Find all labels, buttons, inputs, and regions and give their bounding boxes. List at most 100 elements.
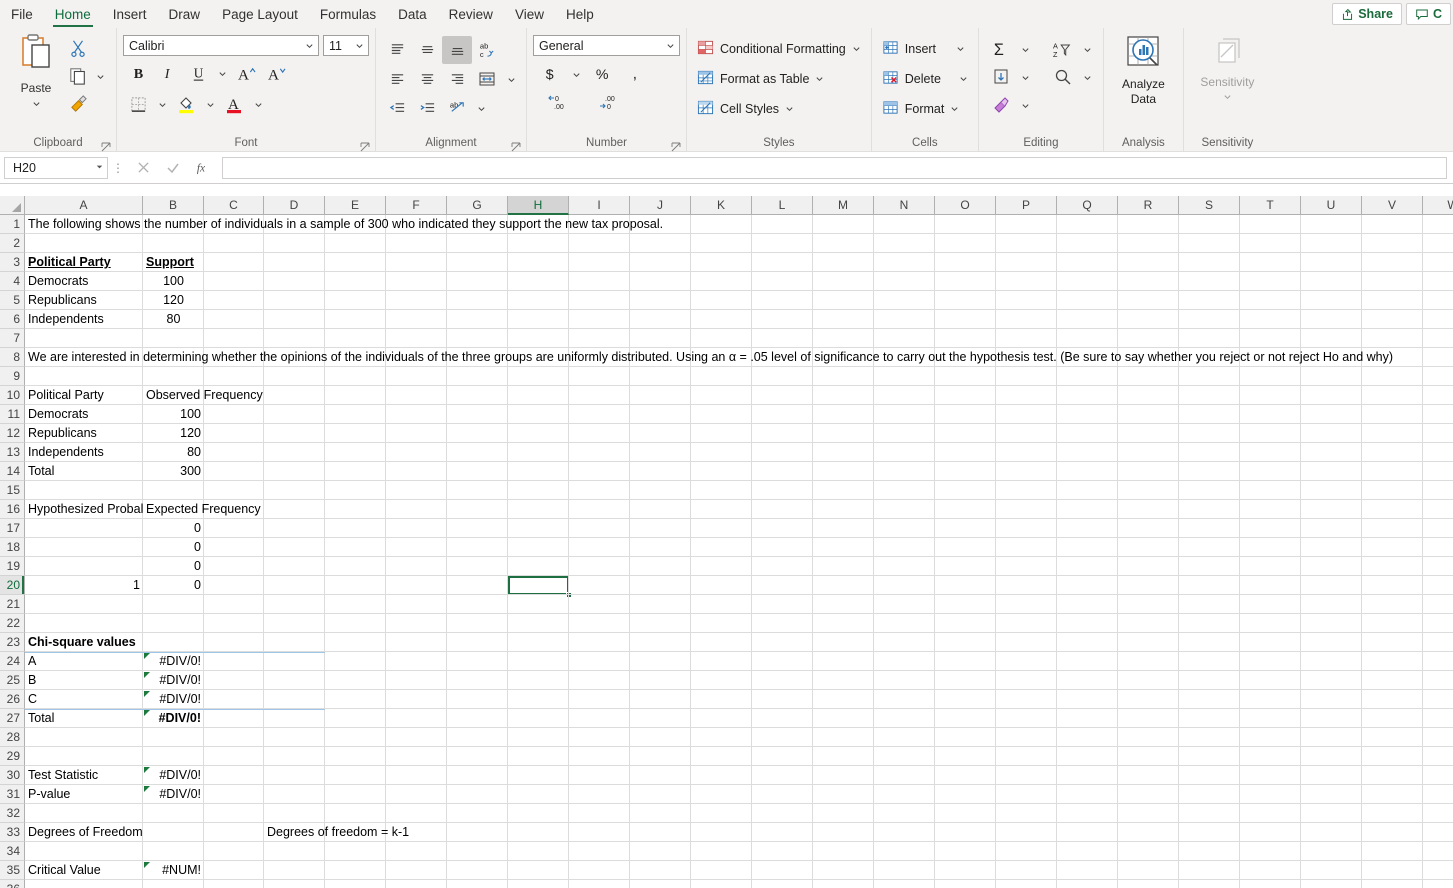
cell-V22[interactable] — [1362, 614, 1423, 632]
cell-A20[interactable] — [25, 576, 143, 594]
cell-F15[interactable] — [386, 481, 447, 499]
column-header-c[interactable]: C — [204, 196, 264, 215]
cell-G10[interactable] — [447, 386, 508, 404]
cell-D1[interactable] — [264, 215, 325, 233]
cell-H4[interactable] — [508, 272, 569, 290]
cell-R15[interactable] — [1118, 481, 1179, 499]
cell-F2[interactable] — [386, 234, 447, 252]
fill-color-chevron-down-icon[interactable] — [201, 91, 219, 118]
cell-S1[interactable] — [1179, 215, 1240, 233]
cell-K26[interactable] — [691, 690, 752, 708]
decrease-decimal-button[interactable]: .00 0 — [583, 88, 633, 116]
cell-B4[interactable] — [143, 272, 204, 290]
cell-B6[interactable] — [143, 310, 204, 328]
borders-chevron-down-icon[interactable] — [153, 91, 171, 118]
cell-Q30[interactable] — [1057, 766, 1118, 784]
column-header-l[interactable]: L — [752, 196, 813, 215]
cell-R2[interactable] — [1118, 234, 1179, 252]
font-color-chevron-down-icon[interactable] — [249, 91, 267, 118]
cell-K36[interactable] — [691, 880, 752, 888]
cell-L30[interactable] — [752, 766, 813, 784]
cell-N19[interactable] — [874, 557, 935, 575]
font-size-select[interactable]: 11 — [323, 35, 369, 56]
cell-C12[interactable] — [204, 424, 264, 442]
cell-D20[interactable] — [264, 576, 325, 594]
cell-K21[interactable] — [691, 595, 752, 613]
format-as-table-button[interactable]: Format as Table — [693, 64, 828, 94]
cell-A25[interactable] — [25, 671, 143, 689]
cell-E33[interactable] — [325, 823, 386, 841]
cell-W26[interactable] — [1423, 690, 1453, 708]
cell-D34[interactable] — [264, 842, 325, 860]
cell-W6[interactable] — [1423, 310, 1453, 328]
cell-I23[interactable] — [569, 633, 630, 651]
cell-O17[interactable] — [935, 519, 996, 537]
cell-A28[interactable] — [25, 728, 143, 746]
cell-F7[interactable] — [386, 329, 447, 347]
cell-L17[interactable] — [752, 519, 813, 537]
cell-O12[interactable] — [935, 424, 996, 442]
cell-J18[interactable] — [630, 538, 691, 556]
cell-F16[interactable] — [386, 500, 447, 518]
sensitivity-button[interactable]: Sensitivity — [1196, 35, 1258, 105]
row-header-5[interactable]: 5 — [0, 291, 25, 310]
cell-K3[interactable] — [691, 253, 752, 271]
cell-C34[interactable] — [204, 842, 264, 860]
cell-E36[interactable] — [325, 880, 386, 888]
cell-J2[interactable] — [630, 234, 691, 252]
cell-C26[interactable] — [204, 690, 264, 708]
cell-F12[interactable] — [386, 424, 447, 442]
cell-S22[interactable] — [1179, 614, 1240, 632]
cell-S28[interactable] — [1179, 728, 1240, 746]
cell-W24[interactable] — [1423, 652, 1453, 670]
cell-V21[interactable] — [1362, 595, 1423, 613]
cell-V7[interactable] — [1362, 329, 1423, 347]
cell-O28[interactable] — [935, 728, 996, 746]
cell-M30[interactable] — [813, 766, 874, 784]
cell-O5[interactable] — [935, 291, 996, 309]
font-dialog-launcher[interactable] — [360, 140, 370, 152]
cell-V6[interactable] — [1362, 310, 1423, 328]
accounting-format-button[interactable]: $ — [533, 60, 567, 88]
cell-L8[interactable] — [752, 348, 813, 366]
cell-T14[interactable] — [1240, 462, 1301, 480]
cells-area[interactable]: The following shows the number of indivi… — [25, 215, 1453, 888]
cell-C21[interactable] — [204, 595, 264, 613]
cell-H28[interactable] — [508, 728, 569, 746]
cell-O31[interactable] — [935, 785, 996, 803]
cell-G25[interactable] — [447, 671, 508, 689]
cell-B5[interactable] — [143, 291, 204, 309]
cell-P30[interactable] — [996, 766, 1057, 784]
cell-V14[interactable] — [1362, 462, 1423, 480]
cell-G13[interactable] — [447, 443, 508, 461]
cell-A24[interactable] — [25, 652, 143, 670]
cell-W11[interactable] — [1423, 405, 1453, 423]
cell-I25[interactable] — [569, 671, 630, 689]
cell-N4[interactable] — [874, 272, 935, 290]
cell-F4[interactable] — [386, 272, 447, 290]
cell-L2[interactable] — [752, 234, 813, 252]
cell-H32[interactable] — [508, 804, 569, 822]
increase-decimal-button[interactable]: 0.00 — [533, 88, 583, 116]
cell-J10[interactable] — [630, 386, 691, 404]
cell-D28[interactable] — [264, 728, 325, 746]
cell-H14[interactable] — [508, 462, 569, 480]
row-header-9[interactable]: 9 — [0, 367, 25, 386]
row-header-15[interactable]: 15 — [0, 481, 25, 500]
cell-U20[interactable] — [1301, 576, 1362, 594]
cell-A8[interactable] — [25, 348, 143, 366]
cell-S20[interactable] — [1179, 576, 1240, 594]
clipboard-dialog-launcher[interactable] — [101, 140, 111, 152]
cell-B18[interactable] — [143, 538, 204, 556]
cell-D11[interactable] — [264, 405, 325, 423]
cell-C24[interactable] — [204, 652, 264, 670]
cell-L24[interactable] — [752, 652, 813, 670]
cell-T31[interactable] — [1240, 785, 1301, 803]
cell-E6[interactable] — [325, 310, 386, 328]
cell-H12[interactable] — [508, 424, 569, 442]
cell-F11[interactable] — [386, 405, 447, 423]
cell-K31[interactable] — [691, 785, 752, 803]
cell-H24[interactable] — [508, 652, 569, 670]
cell-O2[interactable] — [935, 234, 996, 252]
cell-M36[interactable] — [813, 880, 874, 888]
